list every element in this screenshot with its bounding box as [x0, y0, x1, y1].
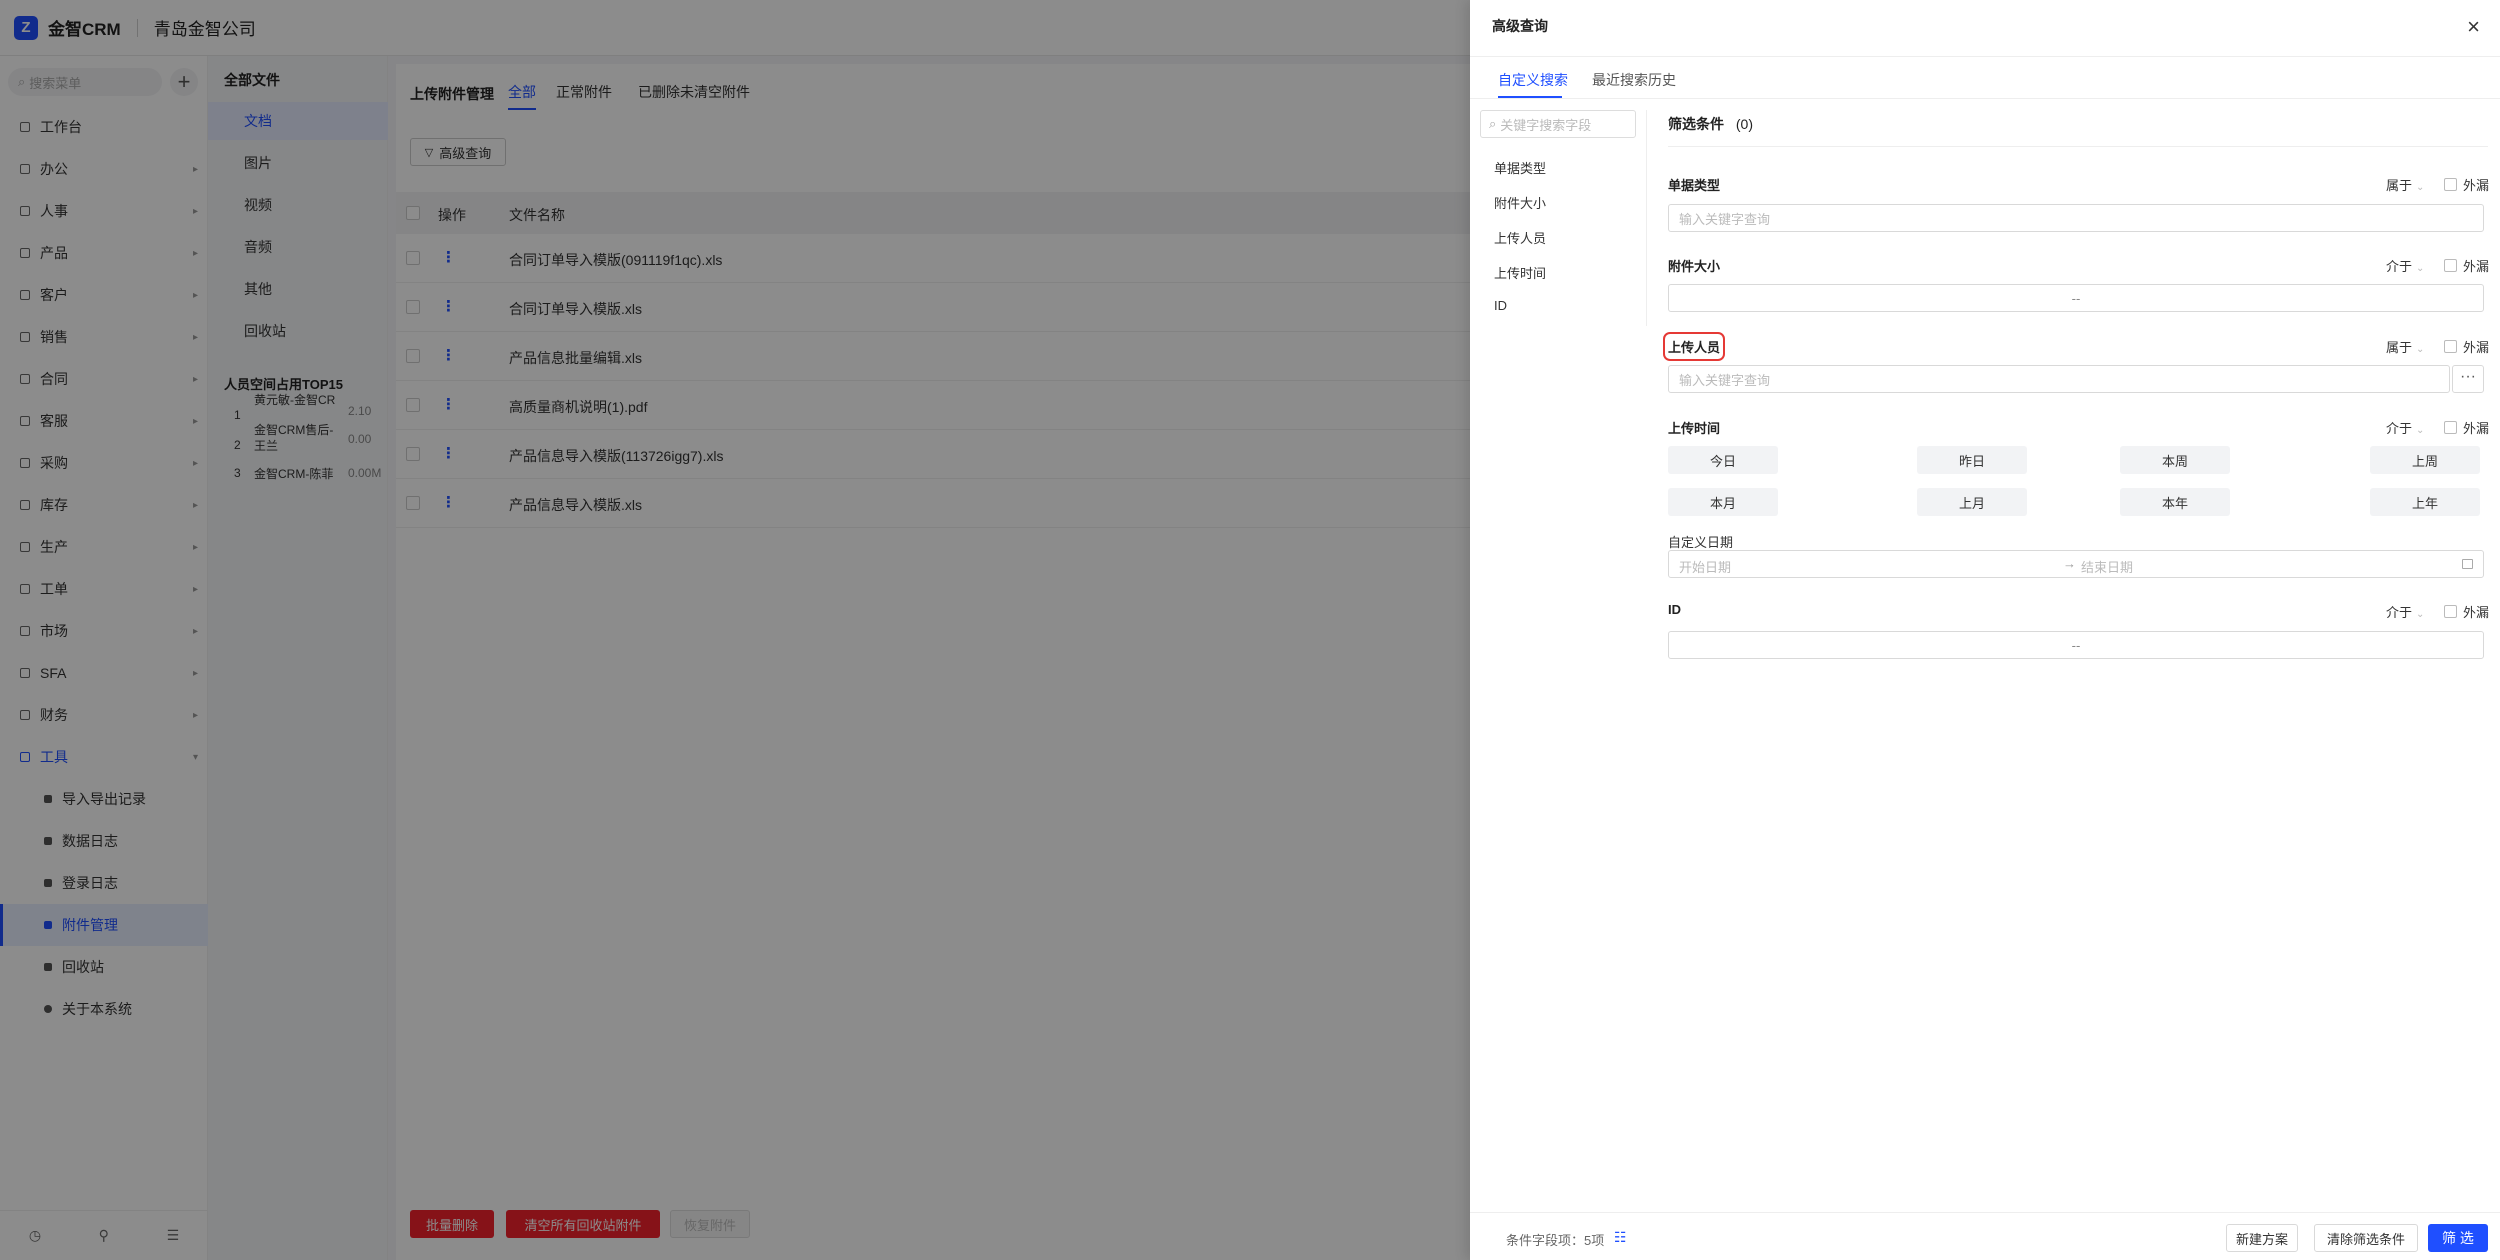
uploader-exclude[interactable]: 外漏 — [2444, 337, 2489, 356]
quick-this-year[interactable]: 本年 — [2120, 488, 2230, 516]
divider — [1470, 1212, 2500, 1213]
id-exclude[interactable]: 外漏 — [2444, 602, 2489, 621]
doc-type-label: 单据类型 — [1668, 178, 1721, 193]
divider — [1668, 146, 2488, 147]
field-search-input[interactable]: ⌕ 关键字搜索字段 — [1480, 110, 1636, 138]
size-operator[interactable]: 介于 ⌄ — [2386, 256, 2424, 275]
checkbox[interactable] — [2444, 605, 2457, 618]
divider — [1470, 56, 2500, 57]
size-exclude[interactable]: 外漏 — [2444, 256, 2489, 275]
custom-date-label: 自定义日期 — [1668, 535, 1734, 550]
checkbox[interactable] — [2444, 259, 2457, 272]
uploader-operator[interactable]: 属于 ⌄ — [2386, 337, 2424, 356]
field-item-size[interactable]: 附件大小 — [1494, 193, 1546, 212]
quick-last-month[interactable]: 上月 — [1917, 488, 2027, 516]
operator-text: 属于 — [2386, 178, 2413, 193]
search-icon: ⌕ — [1489, 116, 1497, 131]
start-date-input[interactable]: 开始日期 — [1679, 557, 1731, 576]
quick-today[interactable]: 今日 — [1668, 446, 1778, 474]
field-item-doc-type[interactable]: 单据类型 — [1494, 158, 1546, 177]
field-search-placeholder: 关键字搜索字段 — [1500, 117, 1592, 133]
size-range-input[interactable]: -- — [1668, 284, 2484, 312]
new-plan-button[interactable]: 新建方案 — [2226, 1224, 2298, 1252]
exclude-label: 外漏 — [2463, 340, 2490, 355]
field-item-uploader[interactable]: 上传人员 — [1494, 228, 1546, 247]
operator-text: 介于 — [2386, 259, 2413, 274]
filter-conditions-title: 筛选条件 (0) — [1668, 114, 1753, 134]
filter-title-text: 筛选条件 — [1668, 116, 1724, 132]
filter-submit-button[interactable]: 筛 选 — [2428, 1224, 2488, 1252]
modal-mask[interactable] — [0, 0, 1470, 1260]
chevron-down-icon: ⌄ — [2416, 425, 2425, 436]
exclude-label: 外漏 — [2463, 178, 2490, 193]
calendar-icon — [2462, 559, 2473, 569]
checkbox[interactable] — [2444, 178, 2457, 191]
chevron-down-icon: ⌄ — [2416, 263, 2425, 274]
arrow-right-icon: → — [2063, 556, 2076, 571]
size-label: 附件大小 — [1668, 259, 1721, 274]
chevron-down-icon: ⌄ — [2416, 344, 2425, 355]
quick-last-week[interactable]: 上周 — [2370, 446, 2480, 474]
tab-search-history[interactable]: 最近搜索历史 — [1592, 70, 1676, 90]
field-item-upload-time[interactable]: 上传时间 — [1494, 263, 1546, 282]
exclude-label: 外漏 — [2463, 605, 2490, 620]
quick-this-month[interactable]: 本月 — [1668, 488, 1778, 516]
exclude-label: 外漏 — [2463, 259, 2490, 274]
id-label: ID — [1668, 602, 1681, 617]
close-icon[interactable]: × — [2467, 14, 2480, 40]
chevron-down-icon: ⌄ — [2416, 609, 2425, 620]
operator-text: 属于 — [2386, 340, 2413, 355]
quick-yesterday[interactable]: 昨日 — [1917, 446, 2027, 474]
field-item-id[interactable]: ID — [1494, 298, 1507, 313]
uploader-label: 上传人员 — [1662, 332, 1726, 361]
drawer-title: 高级查询 — [1492, 18, 1548, 34]
checkbox[interactable] — [2444, 340, 2457, 353]
upload-time-exclude[interactable]: 外漏 — [2444, 418, 2489, 437]
operator-text: 介于 — [2386, 421, 2413, 436]
settings-icon[interactable]: ☷ — [1614, 1229, 1627, 1246]
tab-custom-search[interactable]: 自定义搜索 — [1498, 70, 1568, 90]
quick-this-week[interactable]: 本周 — [2120, 446, 2230, 474]
doc-type-operator[interactable]: 属于 ⌄ — [2386, 175, 2424, 194]
condition-count: 条件字段项：5项 — [1506, 1233, 1605, 1248]
quick-last-year[interactable]: 上年 — [2370, 488, 2480, 516]
more-options-button[interactable]: ··· — [2452, 365, 2484, 393]
operator-text: 介于 — [2386, 605, 2413, 620]
divider — [1646, 110, 1647, 326]
upload-time-label: 上传时间 — [1668, 421, 1721, 436]
end-date-input[interactable]: 结束日期 — [2081, 557, 2133, 576]
chevron-down-icon: ⌄ — [2416, 182, 2425, 193]
divider — [1470, 98, 2500, 99]
filter-count: (0) — [1735, 116, 1754, 132]
checkbox[interactable] — [2444, 421, 2457, 434]
date-range-picker[interactable]: 开始日期 → 结束日期 — [1668, 550, 2484, 578]
exclude-label: 外漏 — [2463, 421, 2490, 436]
clear-filter-button[interactable]: 清除筛选条件 — [2314, 1224, 2418, 1252]
doc-type-input[interactable]: 输入关键字查询 — [1668, 204, 2484, 232]
advanced-query-drawer: 高级查询 × 自定义搜索 最近搜索历史 ⌕ 关键字搜索字段 单据类型 附件大小 … — [1470, 0, 2500, 1260]
upload-time-operator[interactable]: 介于 ⌄ — [2386, 418, 2424, 437]
uploader-input[interactable]: 输入关键字查询 — [1668, 365, 2450, 393]
id-range-input[interactable]: -- — [1668, 631, 2484, 659]
id-operator[interactable]: 介于 ⌄ — [2386, 602, 2424, 621]
doc-type-exclude[interactable]: 外漏 — [2444, 175, 2489, 194]
